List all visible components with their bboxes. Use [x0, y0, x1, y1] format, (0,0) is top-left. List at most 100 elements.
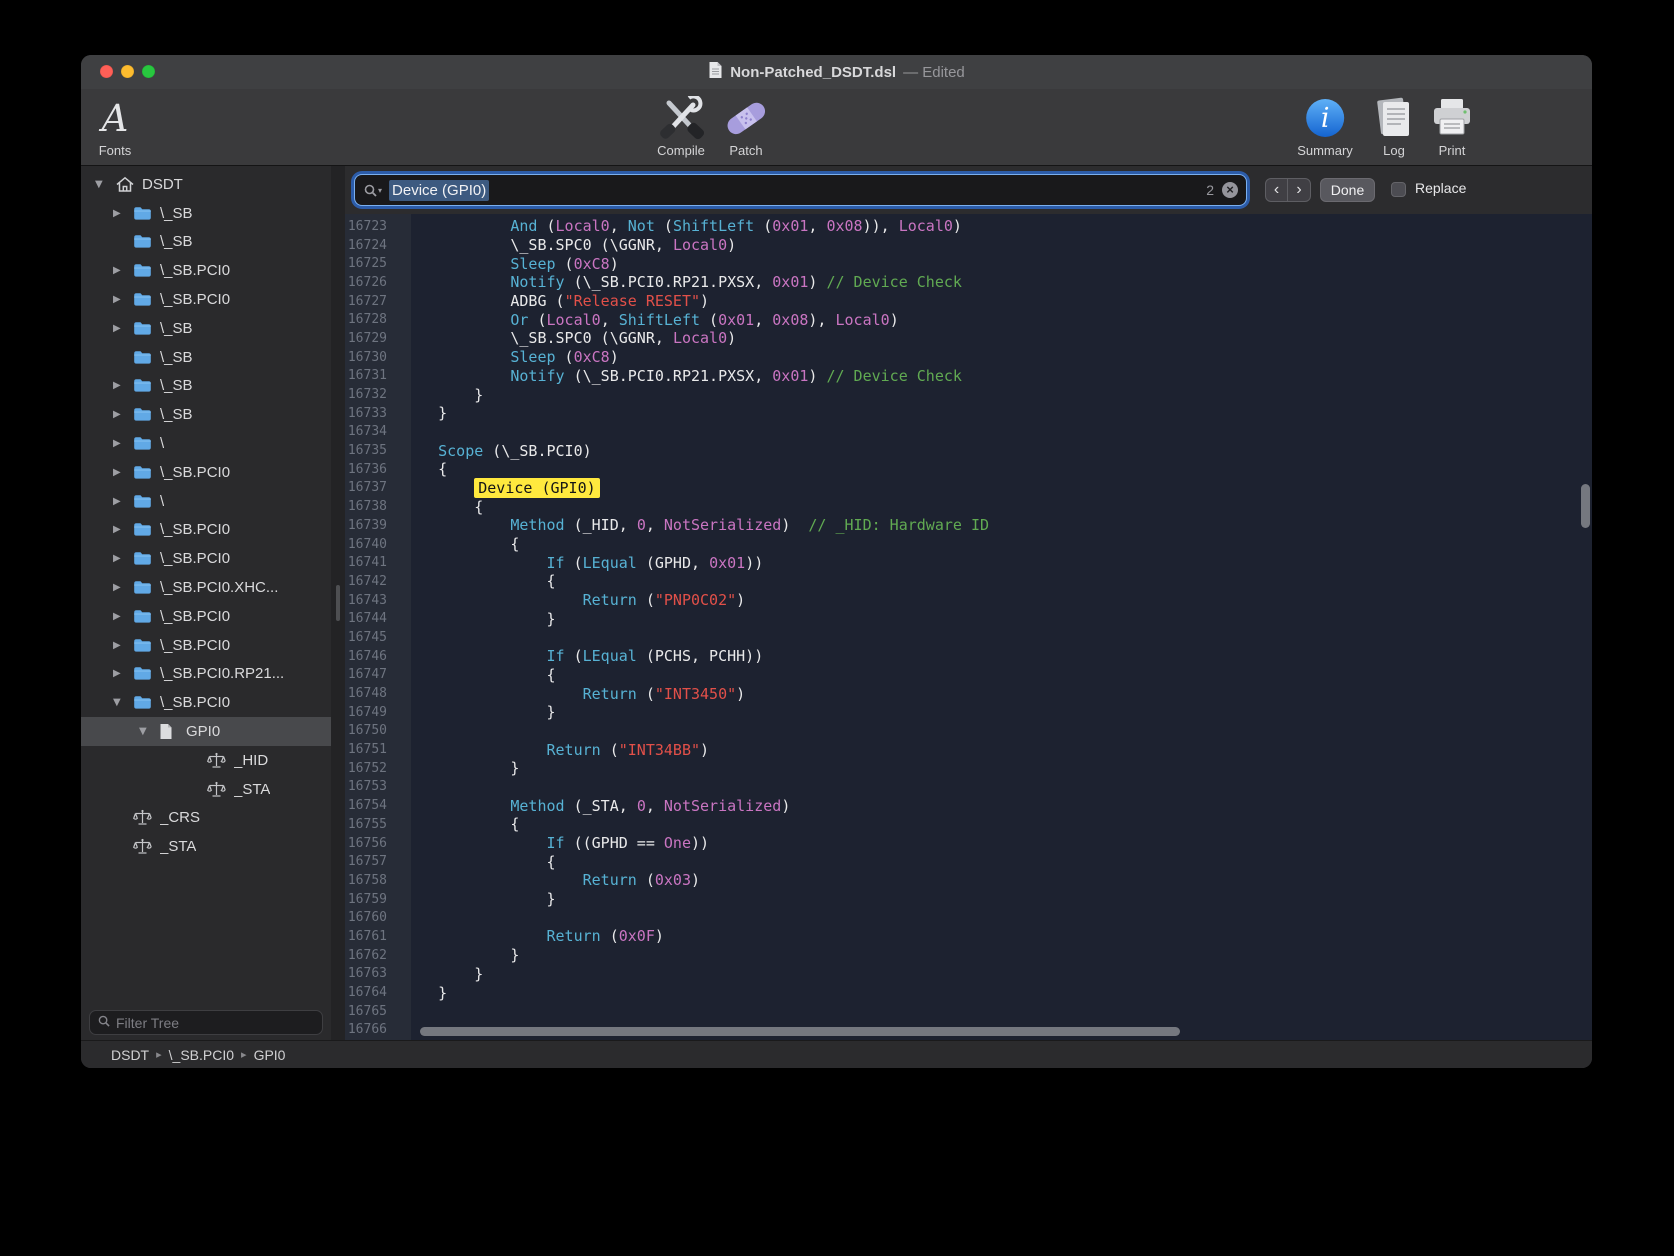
disclosure-right-icon[interactable]: ▶: [111, 409, 133, 420]
disclosure-right-icon[interactable]: ▶: [111, 496, 133, 507]
tree-item-sbpci0[interactable]: ▶\_SB.PCI0: [81, 285, 331, 314]
tree-item-gpi0[interactable]: ▼ GPI0: [81, 717, 331, 746]
code-text: }: [399, 386, 483, 404]
disclosure-right-icon[interactable]: ▶: [111, 294, 133, 305]
disclosure-down-icon[interactable]: ▼: [137, 726, 159, 737]
document-proxy-icon[interactable]: [708, 61, 723, 84]
toolbar-patch-button[interactable]: Patch: [723, 94, 769, 158]
toolbar-print-label: Print: [1439, 143, 1466, 158]
tree-item-sbpci0rp21[interactable]: ▶\_SB.PCI0.RP21...: [81, 660, 331, 689]
clear-search-icon[interactable]: ×: [1222, 182, 1238, 198]
tree-item-sb[interactable]: \_SB: [81, 228, 331, 257]
line-number: 16745: [345, 630, 399, 645]
tree-item-[interactable]: ▶\: [81, 429, 331, 458]
code-token: And: [510, 217, 537, 235]
code-token: (: [655, 217, 673, 235]
disclosure-right-icon[interactable]: ▶: [111, 640, 133, 651]
disclosure-right-icon[interactable]: ▶: [111, 438, 133, 449]
toolbar-log-button[interactable]: Log: [1372, 94, 1416, 158]
tree-item-[interactable]: ▶\: [81, 487, 331, 516]
code-token: (_HID,: [565, 516, 637, 534]
tree-item-sb[interactable]: ▶\_SB: [81, 199, 331, 228]
tree-item-hid[interactable]: _HID: [81, 746, 331, 775]
find-next-button[interactable]: ›: [1288, 179, 1310, 201]
disclosure-down-icon[interactable]: ▼: [93, 179, 115, 190]
code-token: Local0: [673, 329, 727, 347]
toolbar-compile-button[interactable]: Compile: [656, 94, 706, 158]
tree-item-sbpci0[interactable]: ▼\_SB.PCI0: [81, 688, 331, 717]
tree-item-sb[interactable]: \_SB: [81, 343, 331, 372]
code-token: (: [601, 927, 619, 945]
filter-tree-field[interactable]: Filter Tree: [89, 1010, 323, 1035]
code-editor[interactable]: 16723 And (Local0, Not (ShiftLeft (0x01,…: [345, 214, 1592, 1040]
tree-item-sbpci0[interactable]: ▶\_SB.PCI0: [81, 631, 331, 660]
fonts-icon: A: [102, 94, 129, 142]
code-line: 16726 Notify (\_SB.PCI0.RP21.PXSX, 0x01)…: [345, 273, 1592, 292]
svg-text:i: i: [1321, 103, 1330, 134]
tree-item-sbpci0[interactable]: ▶\_SB.PCI0: [81, 602, 331, 631]
code-line: 16747 {: [345, 666, 1592, 685]
tree-item-sb[interactable]: ▶\_SB: [81, 400, 331, 429]
code-token: \_SB.SPC0 (\GGNR,: [510, 329, 673, 347]
disclosure-right-icon[interactable]: ▶: [111, 524, 133, 535]
disclosure-right-icon[interactable]: ▶: [111, 467, 133, 478]
horizontal-scrollbar-thumb[interactable]: [420, 1027, 1180, 1036]
code-token: ): [700, 741, 709, 759]
tree-item-sbpci0[interactable]: ▶\_SB.PCI0: [81, 544, 331, 573]
replace-checkbox[interactable]: [1391, 182, 1406, 197]
find-query-text: Device (GPI0): [389, 180, 489, 201]
line-number: 16740: [345, 537, 399, 552]
disclosure-right-icon[interactable]: ▶: [111, 323, 133, 334]
pane-splitter[interactable]: [331, 166, 345, 1040]
toolbar-fonts-button[interactable]: A Fonts: [99, 94, 132, 158]
disclosure-right-icon[interactable]: ▶: [111, 265, 133, 276]
code-token: \_SB.SPC0 (\GGNR,: [510, 236, 673, 254]
find-previous-button[interactable]: ‹: [1266, 179, 1288, 201]
tree-item-crs[interactable]: _CRS: [81, 804, 331, 833]
vertical-scrollbar-thumb[interactable]: [1581, 484, 1590, 528]
window-edited-suffix: — Edited: [903, 64, 965, 81]
breadcrumb-item[interactable]: GPI0: [254, 1047, 286, 1063]
folder-icon: [133, 580, 160, 595]
sidebar: ▼DSDT▶\_SB\_SB▶\_SB.PCI0▶\_SB.PCI0▶\_SB\…: [81, 166, 331, 1040]
tree-item-sb[interactable]: ▶\_SB: [81, 314, 331, 343]
tree-item-label: \_SB.PCI0: [160, 262, 230, 279]
line-number: 16742: [345, 574, 399, 589]
disclosure-right-icon[interactable]: ▶: [111, 582, 133, 593]
breadcrumb-item[interactable]: DSDT: [111, 1047, 149, 1063]
code-token: ): [808, 273, 826, 291]
disclosure-right-icon[interactable]: ▶: [111, 553, 133, 564]
tree-item-sta[interactable]: _STA: [81, 832, 331, 861]
tree-item-sbpci0xhc[interactable]: ▶ \_SB.PCI0.XHC...: [81, 573, 331, 602]
find-input[interactable]: ▾ Device (GPI0) 2 ×: [355, 175, 1246, 205]
tree-item-sb[interactable]: ▶\_SB: [81, 372, 331, 401]
tree-item-sta[interactable]: _STA: [81, 775, 331, 804]
breadcrumb-item[interactable]: \_SB.PCI0: [169, 1047, 234, 1063]
code-token: }: [547, 890, 556, 908]
tree-item-sbpci0[interactable]: ▶ \_SB.PCI0: [81, 256, 331, 285]
toolbar-summary-button[interactable]: i Summary: [1297, 94, 1353, 158]
disclosure-right-icon[interactable]: ▶: [111, 208, 133, 219]
tree-item-label: \_SB.PCI0.XHC...: [160, 579, 278, 596]
code-text: Scope (\_SB.PCI0): [399, 442, 592, 460]
tree-item-sbpci0[interactable]: ▶\_SB.PCI0: [81, 458, 331, 487]
code-token: Local0: [556, 217, 610, 235]
disclosure-down-icon[interactable]: ▼: [111, 697, 133, 708]
toolbar-print-button[interactable]: Print: [1429, 94, 1475, 158]
code-token: (\_SB.PCI0): [483, 442, 591, 460]
line-number: 16727: [345, 294, 399, 309]
tree-item-dsdt[interactable]: ▼DSDT: [81, 170, 331, 199]
search-menu-icon[interactable]: ▾: [364, 184, 382, 197]
tree-item-label: GPI0: [186, 723, 220, 740]
code-line: 16763 }: [345, 965, 1592, 984]
disclosure-right-icon[interactable]: ▶: [111, 380, 133, 391]
disclosure-right-icon[interactable]: ▶: [111, 668, 133, 679]
folder-icon: [133, 494, 160, 509]
compile-tools-icon: [656, 94, 706, 142]
code-line: 16740 {: [345, 535, 1592, 554]
disclosure-right-icon[interactable]: ▶: [111, 611, 133, 622]
code-token: (: [637, 591, 655, 609]
tree-item-sbpci0[interactable]: ▶\_SB.PCI0: [81, 516, 331, 545]
done-button[interactable]: Done: [1320, 178, 1375, 202]
code-text: }: [399, 610, 556, 628]
